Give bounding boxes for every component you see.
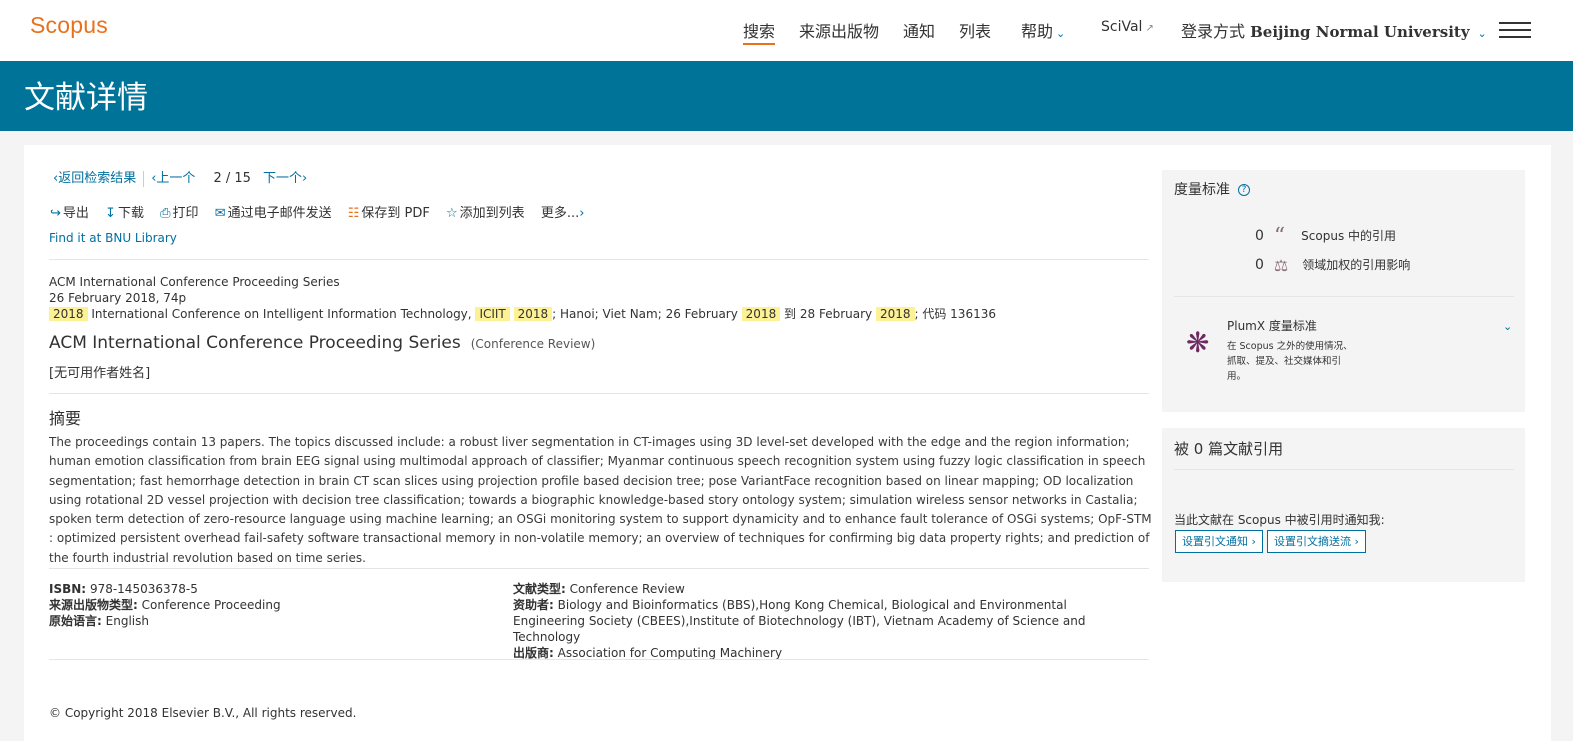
cited-by-title: 被 0 篇文献引用	[1174, 440, 1284, 458]
chevron-down-icon[interactable]: ⌄	[1503, 320, 1512, 333]
copyright: © Copyright 2018 Elsevier B.V., All righ…	[49, 706, 357, 720]
hamburger-menu-icon[interactable]	[1499, 22, 1531, 38]
previous-link[interactable]: ‹上一个	[151, 171, 195, 186]
print-button[interactable]: ⎙ 打印	[160, 206, 198, 221]
help-icon[interactable]: ?	[1238, 184, 1250, 196]
citations-metric[interactable]: 0 “ Scopus 中的引用	[1255, 224, 1396, 249]
abstract-text: The proceedings contain 13 papers. The t…	[49, 435, 1152, 565]
nav-alerts[interactable]: 通知	[903, 18, 935, 42]
authors: [无可用作者姓名]	[49, 366, 151, 381]
divider	[49, 259, 1149, 260]
top-bar: Scopus 搜索 来源出版物 通知 列表 帮助 ⌄ SciVal ↗ 登录方式 B…	[0, 0, 1573, 61]
set-citation-feed-button[interactable]: 设置引文摘送流 ›	[1267, 530, 1366, 553]
citations-label: Scopus 中的引用	[1301, 229, 1397, 243]
plumx-description: 在 Scopus 之外的使用情况、抓取、提及、社交媒体和引用。	[1227, 341, 1353, 382]
login-institution: Beijing Normal University	[1250, 23, 1470, 41]
sponsor-value: Biology and Bioinformatics (BBS),Hong Ko…	[513, 598, 1086, 644]
nav-lists[interactable]: 列表	[959, 18, 991, 42]
chevron-down-icon: ⌄	[1056, 27, 1066, 40]
fwci-label: 领域加权的引用影响	[1302, 258, 1411, 272]
download-button[interactable]: ↧ 下载	[105, 206, 144, 221]
source-date-pages: 26 February 2018, 74p	[49, 291, 187, 305]
document-title: ACM International Conference Proceeding …	[49, 333, 596, 353]
quote-icon: “	[1273, 224, 1286, 249]
metrics-title: 度量标准?	[1174, 179, 1250, 199]
language-value: English	[105, 614, 149, 628]
divider	[49, 393, 1149, 394]
pdf-icon: ☷	[347, 206, 360, 221]
divider	[143, 170, 145, 187]
source-series-link[interactable]: ACM International Conference Proceeding …	[49, 274, 996, 290]
login-institution-menu[interactable]: 登录方式 Beijing Normal University ⌄	[1181, 18, 1487, 42]
isbn-value: 978-145036378-5	[89, 582, 198, 596]
plumx-title[interactable]: PlumX 度量标准	[1227, 317, 1317, 334]
page-banner: 文献详情	[0, 61, 1573, 131]
login-prefix: 登录方式	[1181, 22, 1246, 41]
find-it-library-link[interactable]: Find it at BNU Library	[49, 231, 177, 245]
scival-label: SciVal	[1101, 19, 1143, 35]
page-indicator: 2 / 15	[213, 171, 251, 186]
divider	[1174, 296, 1514, 297]
chevron-right-icon: ›	[579, 206, 585, 221]
next-link[interactable]: 下一个›	[263, 171, 307, 186]
source-info: ACM International Conference Proceeding …	[49, 274, 996, 322]
document-actions-toolbar: ↪ 导出 ↧ 下载 ⎙ 打印 ✉ 通过电子邮件发送 ☷ 保存到 PDF ☆ 添加到列表 更多…	[50, 202, 598, 221]
doc-type-value: Conference Review	[569, 582, 685, 596]
save-pdf-button[interactable]: ☷ 保存到 PDF	[348, 206, 430, 221]
set-citation-alert-button[interactable]: 设置引文通知 ›	[1175, 530, 1263, 553]
document-type: (Conference Review)	[470, 337, 596, 351]
source-type-value: Conference Proceeding	[141, 598, 281, 612]
fwci-count: 0	[1255, 257, 1264, 273]
publisher-value: Association for Computing Machinery	[557, 646, 783, 660]
result-navigation: ‹返回检索结果 ‹上一个 2 / 15 下一个›	[53, 167, 307, 187]
fwci-metric[interactable]: 0 ⚖ 领域加权的引用影响	[1255, 256, 1410, 275]
export-icon: ↪	[50, 206, 61, 221]
nav-help[interactable]: 帮助 ⌄	[1021, 18, 1065, 42]
add-to-list-button[interactable]: ☆ 添加到列表	[446, 206, 525, 221]
star-icon: ☆	[446, 206, 458, 221]
nav-search[interactable]: 搜索	[743, 18, 776, 45]
divider	[1174, 469, 1514, 470]
divider	[49, 659, 1149, 660]
page-title: 文献详情	[24, 80, 148, 116]
document-details-right: 文献类型: Conference Review 资助者: Biology and…	[513, 582, 1086, 660]
conference-info: 2018 International Conference on Intelli…	[49, 306, 996, 322]
download-icon: ↧	[105, 206, 116, 221]
chevron-down-icon: ⌄	[1477, 27, 1487, 40]
divider	[49, 568, 1149, 569]
more-button[interactable]: 更多...›	[541, 206, 587, 221]
document-details-left: ISBN: 978-145036378-5 来源出版物类型: Conferenc…	[49, 582, 281, 628]
print-icon: ⎙	[160, 206, 171, 221]
email-button[interactable]: ✉ 通过电子邮件发送	[215, 206, 332, 221]
nav-help-label: 帮助	[1021, 22, 1054, 41]
export-button[interactable]: ↪ 导出	[50, 206, 89, 221]
plumx-icon: ❋	[1186, 326, 1210, 359]
external-link-icon: ↗	[1145, 23, 1154, 34]
citation-notify-text: 当此文献在 Scopus 中被引用时通知我:	[1174, 513, 1385, 527]
nav-sources[interactable]: 来源出版物	[799, 18, 879, 42]
citations-count: 0	[1255, 228, 1264, 244]
abstract-heading: 摘要	[49, 409, 82, 428]
nav-scival[interactable]: SciVal ↗	[1101, 19, 1154, 35]
email-icon: ✉	[214, 206, 226, 221]
balance-icon: ⚖	[1273, 256, 1289, 275]
back-to-results-link[interactable]: ‹返回检索结果	[53, 171, 136, 186]
scopus-logo[interactable]: Scopus	[30, 12, 108, 39]
